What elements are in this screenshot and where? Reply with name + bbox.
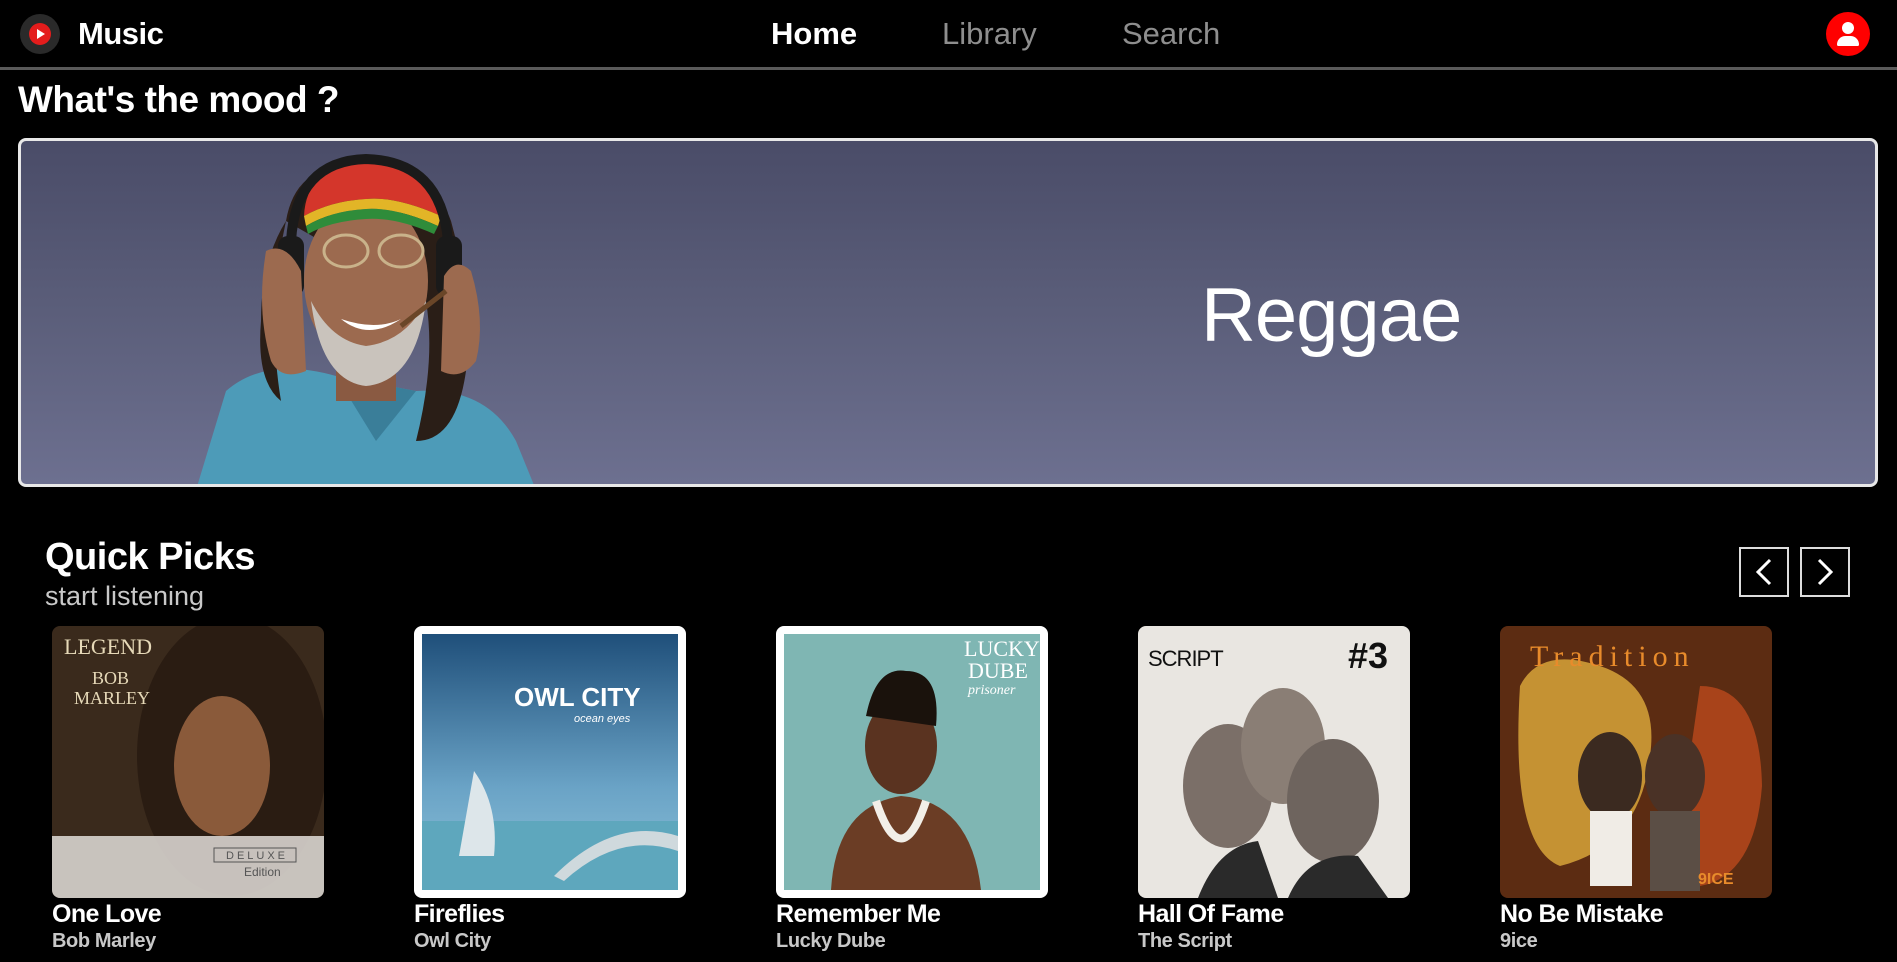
album-title[interactable]: No Be Mistake — [1500, 898, 1664, 930]
svg-text:MARLEY: MARLEY — [74, 688, 150, 708]
account-avatar-icon[interactable] — [1826, 12, 1870, 56]
svg-text:DUBE: DUBE — [968, 658, 1028, 683]
svg-text:LEGEND: LEGEND — [64, 634, 152, 659]
album-artist[interactable]: Lucky Dube — [776, 928, 886, 954]
svg-text:9ICE: 9ICE — [1698, 871, 1734, 888]
album-cover[interactable]: LUCKY DUBE prisoner — [776, 626, 1048, 898]
album-cover-image: OWL CITY ocean eyes — [414, 626, 686, 898]
album-cover-image: Tradition 9ICE — [1500, 626, 1772, 898]
quick-picks-title: Quick Picks — [45, 536, 255, 578]
mood-genre-label: Reggae — [1201, 273, 1462, 358]
mood-heading: What's the mood ? — [18, 79, 339, 120]
album-cover[interactable]: OWL CITY ocean eyes — [414, 626, 686, 898]
svg-text:OWL CITY: OWL CITY — [514, 682, 641, 712]
album-artist[interactable]: Bob Marley — [52, 928, 156, 954]
svg-text:Tradition: Tradition — [1530, 640, 1695, 673]
svg-text:#3: #3 — [1348, 635, 1388, 676]
album-artist[interactable]: The Script — [1138, 928, 1232, 954]
chevron-right-icon — [1817, 558, 1834, 586]
app-title: Music — [78, 16, 164, 51]
quick-picks-subtitle: start listening — [45, 581, 205, 611]
next-button[interactable] — [1800, 547, 1850, 597]
svg-text:SCRIPT: SCRIPT — [1148, 646, 1223, 671]
nav-search[interactable]: Search — [1122, 14, 1220, 54]
album-artist[interactable]: 9ice — [1500, 928, 1538, 954]
album-cover-image: LEGEND BOB MARLEY DELUXE Edition — [52, 626, 324, 898]
svg-text:DELUXE: DELUXE — [226, 850, 288, 862]
nav-home[interactable]: Home — [771, 14, 857, 54]
album-title[interactable]: One Love — [52, 898, 162, 930]
svg-text:Edition: Edition — [244, 865, 281, 879]
top-bar: Music Home Library Search — [0, 0, 1897, 70]
previous-button[interactable] — [1739, 547, 1789, 597]
album-cover[interactable]: Tradition 9ICE — [1500, 626, 1772, 898]
svg-text:prisoner: prisoner — [967, 683, 1016, 698]
album-artist[interactable]: Owl City — [414, 928, 491, 954]
album-title[interactable]: Remember Me — [776, 898, 941, 930]
album-cover-image: LUCKY DUBE prisoner — [776, 626, 1048, 898]
chevron-left-icon — [1755, 558, 1772, 586]
album-title[interactable]: Hall Of Fame — [1138, 898, 1284, 930]
album-cover[interactable]: LEGEND BOB MARLEY DELUXE Edition — [52, 626, 324, 898]
man-with-headphones-image — [197, 153, 534, 484]
album-cover-image: SCRIPT #3 — [1138, 626, 1410, 898]
svg-text:BOB: BOB — [92, 668, 129, 688]
mood-banner[interactable]: Reggae — [18, 138, 1878, 487]
album-cover[interactable]: SCRIPT #3 — [1138, 626, 1410, 898]
svg-text:ocean eyes: ocean eyes — [574, 713, 631, 725]
nav-library[interactable]: Library — [942, 14, 1037, 54]
music-logo-icon[interactable] — [20, 14, 60, 54]
album-title[interactable]: Fireflies — [414, 898, 505, 930]
